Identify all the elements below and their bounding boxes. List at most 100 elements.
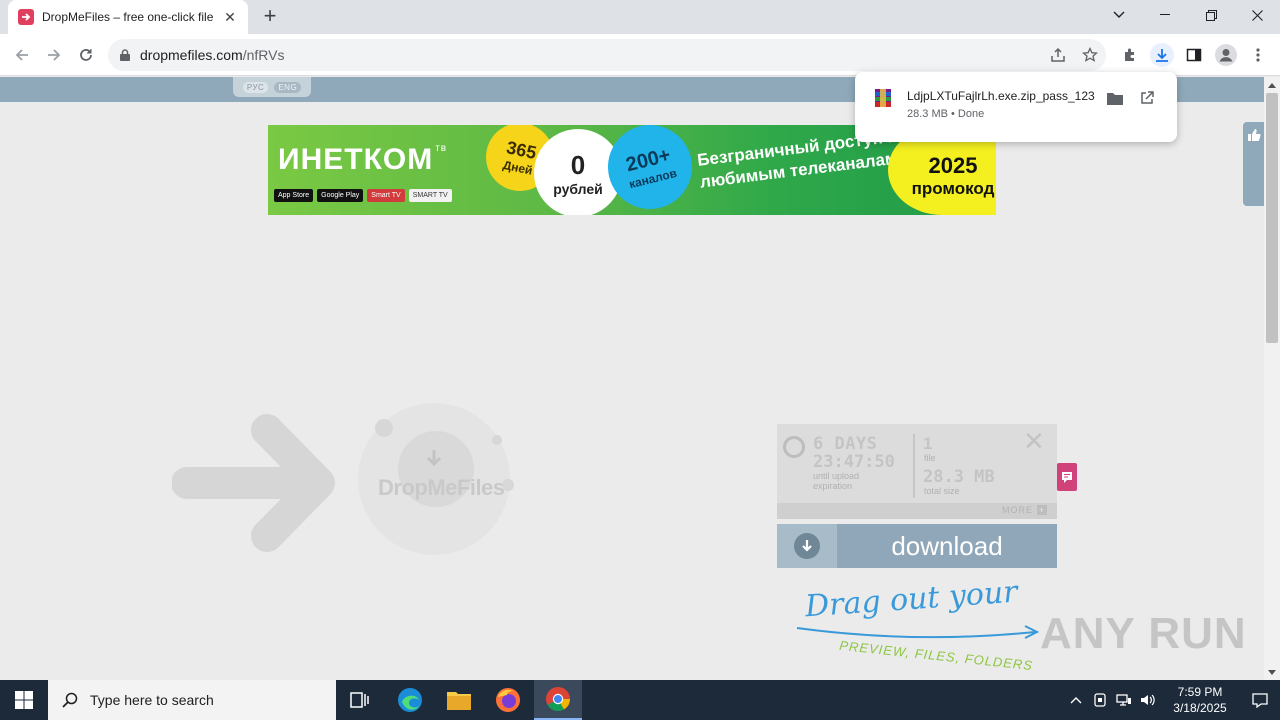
drag-hint-arrow-icon xyxy=(796,625,1040,639)
appstore-badge: App Store xyxy=(274,189,314,202)
device-icon[interactable] xyxy=(1088,693,1112,707)
taskbar-date: 3/18/2025 xyxy=(1173,701,1227,715)
forward-button[interactable] xyxy=(42,43,66,67)
banner-price-value: 0 xyxy=(570,149,586,180)
browser-menu-icon[interactable] xyxy=(1246,43,1270,67)
window-controls xyxy=(1096,0,1280,34)
address-bar[interactable]: dropmefiles.com/nfRVs xyxy=(108,39,1106,71)
notifications-icon[interactable] xyxy=(1240,692,1280,708)
info-divider xyxy=(913,434,915,498)
banner-store-badges: App Store Google Play Smart TV SMART TV xyxy=(274,189,452,202)
task-view-icon[interactable] xyxy=(336,680,384,720)
files-count: 1 xyxy=(923,434,933,453)
scroll-thumb[interactable] xyxy=(1266,93,1278,343)
url-text: dropmefiles.com/nfRVs xyxy=(140,47,284,63)
total-size-label: total size xyxy=(924,486,960,496)
search-icon xyxy=(62,692,78,708)
share-icon[interactable] xyxy=(1046,43,1070,67)
firefox-icon[interactable] xyxy=(484,680,532,720)
system-tray: 7:59 PM 3/18/2025 xyxy=(1064,680,1280,720)
tab-strip: DropMeFiles – free one-click file ✕ + xyxy=(0,0,1280,34)
windows-start-icon[interactable] xyxy=(0,680,48,720)
download-label: download xyxy=(891,531,1003,561)
archive-file-icon xyxy=(875,89,891,107)
url-domain: dropmefiles.com xyxy=(140,47,243,63)
taskbar-search-box[interactable]: Type here to search xyxy=(48,680,336,720)
edge-browser-icon[interactable] xyxy=(386,680,434,720)
language-switcher: РУС ENG xyxy=(233,77,311,97)
download-button[interactable]: download xyxy=(777,524,1057,568)
banner-channels-circle: 200+ каналов xyxy=(599,125,701,215)
expiry-days: 6 DAYS xyxy=(813,434,878,454)
download-bubble: LdjpLXTuFajlrLh.exe.zip_pass_123 28.3 MB… xyxy=(855,72,1177,142)
anyrun-watermark: ANY RUN xyxy=(1040,609,1247,658)
more-label: MORE xyxy=(1002,505,1033,515)
page-scrollbar[interactable] xyxy=(1264,77,1280,680)
hero-dot xyxy=(375,419,393,437)
volume-icon[interactable] xyxy=(1136,693,1160,707)
hero-dot xyxy=(492,435,502,445)
downloads-icon[interactable] xyxy=(1150,43,1174,67)
browser-tab[interactable]: DropMeFiles – free one-click file ✕ xyxy=(8,0,248,34)
total-size: 28.3 MB xyxy=(923,467,995,487)
minimize-button[interactable] xyxy=(1142,0,1188,30)
card-close-icon[interactable]: ✕ xyxy=(1023,428,1045,454)
like-tab[interactable] xyxy=(1243,122,1264,206)
download-filename[interactable]: LdjpLXTuFajlrLh.exe.zip_pass_123 xyxy=(907,89,1095,103)
restore-button[interactable] xyxy=(1188,0,1234,30)
more-plus-icon[interactable]: + xyxy=(1037,505,1047,515)
chrome-icon[interactable] xyxy=(534,680,582,720)
close-window-button[interactable] xyxy=(1234,0,1280,30)
tab-search-icon[interactable] xyxy=(1096,0,1142,30)
googleplay-badge: Google Play xyxy=(317,189,364,202)
lang-en-button[interactable]: ENG xyxy=(274,81,302,93)
lock-icon xyxy=(120,49,130,61)
drop-arrow-icon xyxy=(172,414,335,552)
hero-logo-text: DropMeFiles xyxy=(378,475,505,500)
download-arrow-icon xyxy=(794,533,820,559)
windows-taskbar: Type here to search 7:59 PM 3/18/2025 xyxy=(0,680,1280,720)
banner-promo-label: промокод xyxy=(911,179,995,198)
extensions-icon[interactable] xyxy=(1118,43,1142,67)
taskbar-clock[interactable]: 7:59 PM 3/18/2025 xyxy=(1160,684,1240,716)
clock-icon xyxy=(783,436,805,458)
taskbar-search-placeholder: Type here to search xyxy=(90,692,214,708)
hero-download-icon xyxy=(426,450,442,467)
drag-hint: Drag out your PREVIEW, FILES, FOLDERS xyxy=(795,575,1045,677)
samsung-tv-badge: SMART TV xyxy=(408,189,452,202)
bookmark-star-icon[interactable] xyxy=(1078,43,1102,67)
download-button-icon-box xyxy=(777,524,837,568)
profile-avatar-icon[interactable] xyxy=(1214,43,1238,67)
lang-ru-button[interactable]: РУС xyxy=(242,81,269,93)
banner-brand-suffix: тв xyxy=(435,143,448,154)
files-label: file xyxy=(924,453,936,463)
taskbar-time: 7:59 PM xyxy=(1177,685,1223,699)
smarttv-badge: Smart TV xyxy=(367,189,405,202)
more-row[interactable]: MORE + xyxy=(777,503,1057,519)
drag-hint-title: Drag out your xyxy=(804,574,1019,625)
url-path: /nfRVs xyxy=(242,47,285,63)
expiry-time: 23:47:50 xyxy=(813,452,895,472)
reload-button[interactable] xyxy=(74,43,98,67)
upload-info-card: 6 DAYS 23:47:50 until upload expiration … xyxy=(777,424,1057,519)
scroll-up-icon[interactable] xyxy=(1264,77,1280,93)
download-status: 28.3 MB • Done xyxy=(907,108,985,120)
tray-overflow-icon[interactable] xyxy=(1064,696,1088,704)
comment-icon[interactable] xyxy=(1057,463,1077,491)
tab-close-icon[interactable]: ✕ xyxy=(222,9,238,26)
browser-toolbar: dropmefiles.com/nfRVs xyxy=(0,34,1280,76)
banner-brand-name: ИНЕТКОМ xyxy=(278,143,434,176)
dropmefiles-favicon-icon xyxy=(18,9,34,25)
scroll-down-icon[interactable] xyxy=(1264,664,1280,680)
file-explorer-icon[interactable] xyxy=(435,680,483,720)
open-external-icon[interactable] xyxy=(1137,88,1157,108)
thumbs-up-icon xyxy=(1247,129,1261,141)
new-tab-button[interactable]: + xyxy=(258,5,282,29)
side-panel-icon[interactable] xyxy=(1182,43,1206,67)
hero-dot xyxy=(502,479,514,491)
network-icon[interactable] xyxy=(1112,693,1136,707)
back-button[interactable] xyxy=(10,43,34,67)
banner-promo-year: 2025 xyxy=(928,153,978,178)
show-in-folder-icon[interactable] xyxy=(1105,88,1125,108)
tab-title: DropMeFiles – free one-click file xyxy=(42,10,214,24)
